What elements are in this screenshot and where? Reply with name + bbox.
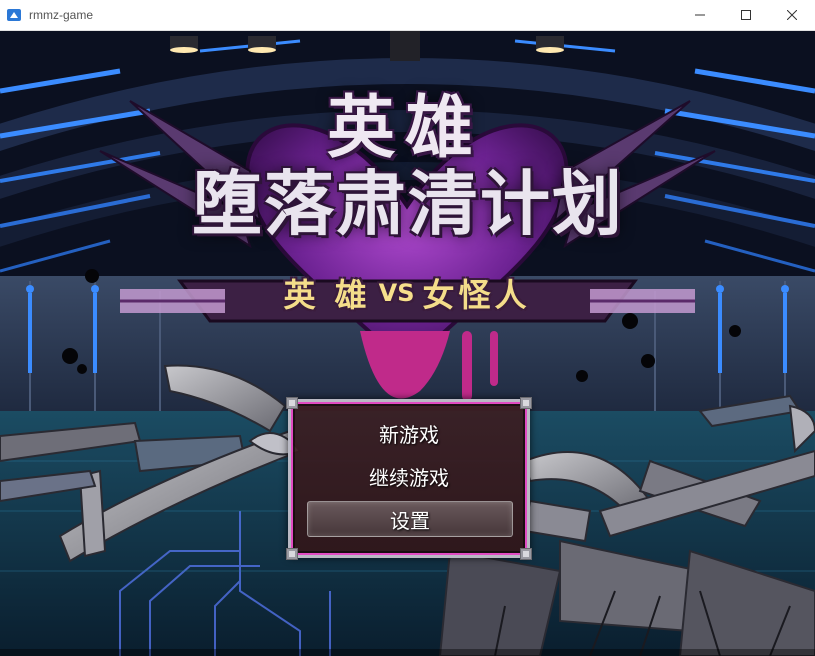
- logo-subtitle-right: 女怪人: [422, 276, 531, 314]
- corner-rivet: [286, 397, 298, 409]
- window-title: rmmz-game: [29, 8, 94, 22]
- rpg-maker-icon: [7, 9, 21, 21]
- close-icon: [787, 10, 797, 20]
- maximize-button[interactable]: [723, 0, 769, 30]
- logo-subtitle-left: 英 雄: [283, 276, 371, 314]
- title-command-window: 新游戏 继续游戏 设置: [286, 397, 532, 560]
- logo-title-line2: 堕落肃清计划: [192, 163, 624, 245]
- options-option[interactable]: 设置: [307, 501, 513, 537]
- maximize-icon: [741, 10, 751, 20]
- minimize-icon: [695, 14, 705, 16]
- logo-subtitle-vs: VS: [378, 279, 415, 307]
- new-game-option[interactable]: 新游戏: [307, 416, 511, 450]
- minimize-button[interactable]: [677, 0, 723, 30]
- continue-option[interactable]: 继续游戏: [307, 459, 511, 493]
- corner-rivet: [286, 548, 298, 560]
- logo-subtitle: 英 雄 VS 女怪人: [222, 269, 592, 317]
- game-canvas[interactable]: 英雄 堕落肃清计划 英 雄 VS 女怪人 新游戏 继续游戏 设置: [0, 31, 815, 656]
- close-button[interactable]: [769, 0, 815, 30]
- window-titlebar[interactable]: rmmz-game: [0, 0, 815, 31]
- logo-title-line1: 英雄: [326, 89, 483, 168]
- window-controls: [677, 0, 815, 30]
- corner-rivet: [520, 397, 532, 409]
- corner-rivet: [520, 548, 532, 560]
